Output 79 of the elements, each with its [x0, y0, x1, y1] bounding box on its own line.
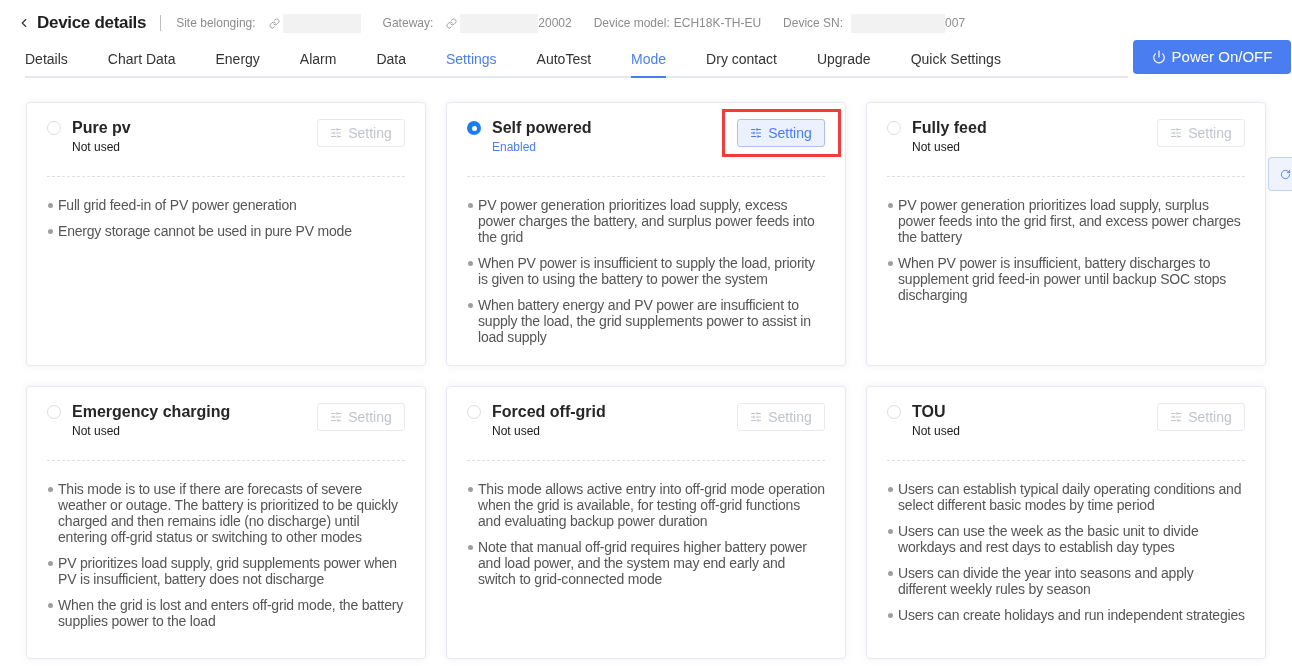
mode-title: Fully feed [912, 118, 987, 138]
bullet-icon [888, 203, 893, 208]
mode-title: Emergency charging [72, 402, 231, 422]
radio-button[interactable] [467, 405, 481, 419]
tab[interactable]: Settings [446, 40, 497, 78]
bullet-text: Full grid feed-in of PV power generation [58, 197, 298, 213]
radio-button[interactable] [887, 405, 901, 419]
bullet-icon [48, 603, 53, 608]
bullet-text: When battery energy and PV power are insufficient to supply the load, the grid supplements power to assist in load supply [478, 297, 812, 345]
mode-title: Forced off-grid [492, 402, 606, 422]
sliders-icon [750, 411, 763, 423]
bullet-text: When PV power is insufficient to supply the load, priority is given to using the battery to power the system [478, 255, 816, 287]
bullet-icon [468, 261, 473, 266]
mode-title: TOU [912, 402, 946, 422]
bullet-icon [888, 571, 893, 576]
bullet-text: When the grid is lost and enters off-grid mode, the battery supplies power to the load [58, 597, 405, 629]
mode-title: Self powered [492, 118, 592, 138]
page-title: Device details [37, 12, 147, 35]
tab[interactable]: AutoTest [536, 40, 592, 78]
sliders-icon [330, 411, 343, 423]
tab[interactable]: Alarm [299, 40, 337, 78]
radio-button[interactable] [47, 121, 61, 135]
mode-status: Enabled [492, 139, 538, 155]
bullet-icon [888, 261, 893, 266]
tab[interactable]: Mode [631, 40, 667, 78]
bullet-text: Users can create holidays and run independent strategies [898, 607, 1245, 623]
tab[interactable]: Energy [215, 40, 260, 78]
mode-status: Not used [912, 139, 962, 155]
mode-status: Not used [72, 139, 122, 155]
bullet-text: Note that manual off-grid requires higher battery power and load power, and the system may end early and switch to grid-connected mode [478, 539, 808, 587]
tab[interactable]: Chart Data [107, 40, 176, 78]
mode-status: Not used [72, 423, 122, 439]
bullet-text: Energy storage cannot be used in pure PV mode [58, 223, 353, 239]
power-button[interactable]: Power On/OFF [1133, 40, 1291, 74]
refresh-button[interactable] [1268, 157, 1292, 191]
bullet-text: Users can establish typical daily operating conditions and select different basic modes by time period [898, 481, 1243, 513]
radio-button[interactable] [887, 121, 901, 135]
bullet-text: This mode allows active entry into off-grid mode operation when the grid is available, for testing off-grid functions and evaluating backup power duration [478, 481, 825, 529]
tab[interactable]: Dry contact [706, 40, 777, 78]
sliders-icon [750, 127, 763, 139]
refresh-icon [1280, 168, 1291, 180]
bullet-text: Users can use the week as the basic unit to divide workdays and rest days to establish day types [898, 523, 1200, 555]
mode-title: Pure pv [72, 118, 131, 138]
radio-button[interactable] [467, 121, 481, 135]
bullet-text: PV power generation prioritizes load supply, surplus power feeds into the grid first, and excess power charges the battery [898, 197, 1242, 245]
meta-label: Device model: [593, 15, 670, 32]
tab[interactable]: Details [25, 40, 68, 78]
meta-value: 20002 [538, 15, 572, 32]
bullet-text: This mode is to use if there are forecasts of severe weather or outage. The battery is prioritized to be quickly charged and then remains idle (no discharge) until entering off-grid status or switching to other modes [58, 481, 399, 545]
power-icon [1151, 50, 1166, 64]
bullet-text: When PV power is insufficient, battery discharges to supplement grid feed-in power until backup SOC stops discharging [898, 255, 1228, 303]
bullet-icon [888, 529, 893, 534]
bullet-text: PV power generation prioritizes load supply, excess power charges the battery, and surplus power feeds into the grid [478, 197, 816, 245]
meta-label: Site belonging: [176, 15, 256, 32]
meta-value: ECH18K-TH-EU [673, 15, 762, 32]
sliders-icon [1170, 411, 1183, 423]
mode-status: Not used [912, 423, 961, 439]
bullet-icon [888, 613, 893, 618]
tab[interactable]: Data [376, 40, 406, 78]
meta-value: 007 [945, 15, 966, 32]
sliders-icon [330, 127, 343, 139]
bullet-icon [888, 487, 893, 492]
tab[interactable]: Upgrade [816, 40, 871, 78]
sliders-icon [1170, 127, 1183, 139]
bullet-icon [468, 303, 473, 308]
tab[interactable]: Quick Settings [910, 40, 1001, 78]
bullet-text: Users can divide the year into seasons and apply different weekly rules by season [898, 565, 1195, 597]
bullet-icon [48, 561, 53, 566]
radio-button[interactable] [47, 405, 61, 419]
bullet-text: PV prioritizes load supply, grid supplements power when PV is insufficient, battery does not discharge [58, 555, 398, 587]
bullet-icon [468, 203, 473, 208]
bullet-icon [48, 229, 53, 234]
bullet-icon [48, 203, 53, 208]
mode-status: Not used [492, 423, 542, 439]
bullet-icon [468, 487, 473, 492]
meta-label: Gateway: [382, 15, 434, 32]
bullet-icon [468, 545, 473, 550]
meta-label: Device SN: [783, 15, 844, 32]
bullet-icon [48, 487, 53, 492]
